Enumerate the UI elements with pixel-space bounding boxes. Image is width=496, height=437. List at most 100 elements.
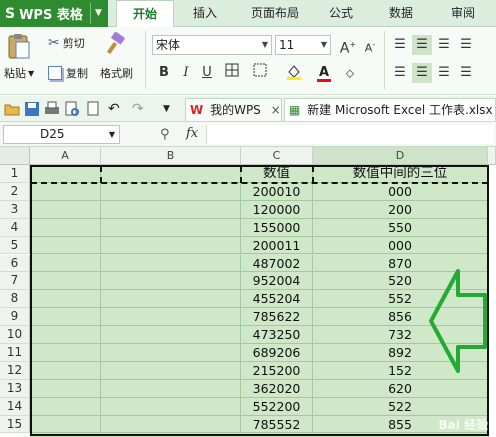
table-cell[interactable]: 620 xyxy=(313,379,488,398)
table-cell[interactable] xyxy=(101,361,241,380)
cell-range[interactable]: 数值 数值中间的三位 200010 000 120000 200 155000 550 2000… xyxy=(30,165,488,437)
table-cell[interactable] xyxy=(30,290,101,309)
table-cell[interactable] xyxy=(30,254,101,273)
table-cell[interactable]: 785622 xyxy=(241,308,313,327)
row-header[interactable]: 2 xyxy=(0,182,30,201)
row-header[interactable]: 13 xyxy=(0,379,30,398)
tab-data[interactable]: 数据 xyxy=(378,0,424,27)
table-cell[interactable]: 215200 xyxy=(241,361,313,380)
decrease-font-icon[interactable]: A- xyxy=(360,35,380,55)
row-header[interactable]: 8 xyxy=(0,290,30,309)
table-cell[interactable] xyxy=(101,344,241,362)
redo-icon[interactable]: ↷ xyxy=(132,101,148,117)
app-menu-button[interactable]: S WPS 表格 ▼ xyxy=(0,0,108,27)
bold-button[interactable]: B xyxy=(154,63,174,83)
undo-icon[interactable]: ↶ xyxy=(108,101,124,117)
function-icon[interactable]: fx xyxy=(186,126,198,141)
name-box[interactable]: D25 ▼ xyxy=(3,125,120,144)
column-header-e[interactable] xyxy=(488,147,496,165)
table-cell[interactable]: 487002 xyxy=(241,254,313,273)
table-cell[interactable] xyxy=(101,415,241,434)
table-cell[interactable]: 473250 xyxy=(241,326,313,344)
row-header[interactable]: 3 xyxy=(0,200,30,219)
row-header[interactable]: 12 xyxy=(0,361,30,380)
table-cell[interactable]: 155000 xyxy=(241,218,313,237)
table-cell[interactable] xyxy=(30,165,101,183)
table-cell[interactable]: 120000 xyxy=(241,200,313,219)
table-cell[interactable]: 522 xyxy=(313,397,488,416)
table-cell[interactable]: 552200 xyxy=(241,397,313,416)
copy-button[interactable]: 复制 xyxy=(48,65,88,81)
paste-icon[interactable] xyxy=(6,31,36,61)
table-cell[interactable] xyxy=(30,200,101,219)
formula-input[interactable] xyxy=(206,125,494,144)
table-cell[interactable]: 785552 xyxy=(241,415,313,434)
doc-tab-workbook[interactable]: ▦ 新建 Microsoft Excel 工作表.xlsx xyxy=(284,98,496,121)
increase-font-icon[interactable]: A+ xyxy=(338,35,358,57)
merge-cells-icon[interactable] xyxy=(250,63,270,83)
folder-open-icon[interactable] xyxy=(4,101,20,117)
align-center-icon[interactable]: ☰ xyxy=(412,63,432,83)
chevron-down-icon[interactable]: ▼ xyxy=(163,101,179,117)
align-left-icon[interactable]: ☰ xyxy=(390,63,410,83)
column-header-b[interactable]: B xyxy=(101,147,241,165)
zoom-icon[interactable]: ⚲ xyxy=(160,127,170,142)
row-header[interactable]: 7 xyxy=(0,272,30,291)
table-cell[interactable] xyxy=(30,379,101,398)
font-name-select[interactable]: 宋体 ▼ xyxy=(152,35,272,55)
table-cell[interactable]: 000 xyxy=(313,236,488,255)
doc-tab-my-wps[interactable]: W 我的WPS × xyxy=(185,98,282,121)
tab-formulas[interactable]: 公式 xyxy=(318,0,364,27)
table-cell[interactable] xyxy=(30,218,101,237)
font-size-select[interactable]: 11 ▼ xyxy=(275,35,331,55)
row-header[interactable]: 15 xyxy=(0,415,30,434)
fill-color-icon[interactable] xyxy=(284,63,304,83)
table-cell[interactable]: 689206 xyxy=(241,344,313,362)
save-icon[interactable] xyxy=(24,101,40,117)
border-icon[interactable] xyxy=(222,63,242,83)
column-header-d[interactable]: D xyxy=(313,147,488,165)
table-cell[interactable] xyxy=(30,182,101,201)
table-cell[interactable] xyxy=(101,308,241,327)
table-cell[interactable]: 550 xyxy=(313,218,488,237)
align-bottom-icon[interactable]: ☰ xyxy=(434,35,454,55)
row-header[interactable]: 6 xyxy=(0,254,30,273)
cut-button[interactable]: ✂ 剪切 xyxy=(48,35,85,51)
format-painter-button[interactable]: 格式刷 xyxy=(100,65,133,81)
table-cell[interactable]: 000 xyxy=(313,182,488,201)
print-icon[interactable] xyxy=(44,101,60,117)
table-cell[interactable]: 200 xyxy=(313,200,488,219)
format-painter-icon[interactable] xyxy=(104,31,132,59)
row-header[interactable]: 5 xyxy=(0,236,30,255)
table-cell[interactable] xyxy=(101,272,241,291)
align-top-icon[interactable]: ☰ xyxy=(390,35,410,55)
table-cell[interactable]: 455204 xyxy=(241,290,313,309)
preview-icon[interactable] xyxy=(86,101,102,117)
table-cell[interactable]: 362020 xyxy=(241,379,313,398)
table-cell[interactable] xyxy=(30,326,101,344)
column-header-a[interactable]: A xyxy=(30,147,101,165)
paste-button[interactable]: 粘贴 ▼ xyxy=(4,65,34,81)
table-cell[interactable] xyxy=(101,236,241,255)
table-cell[interactable] xyxy=(101,397,241,416)
select-all-corner[interactable] xyxy=(0,147,30,165)
print-preview-icon[interactable] xyxy=(64,101,80,117)
row-header[interactable]: 14 xyxy=(0,397,30,416)
column-header-c[interactable]: C xyxy=(241,147,313,165)
table-cell[interactable] xyxy=(30,236,101,255)
table-cell[interactable] xyxy=(30,308,101,327)
underline-button[interactable]: U xyxy=(197,63,217,83)
row-header[interactable]: 9 xyxy=(0,308,30,327)
table-cell[interactable]: 数值 xyxy=(241,165,313,183)
row-header[interactable]: 11 xyxy=(0,344,30,362)
distribute-icon[interactable]: ☰ xyxy=(456,63,476,83)
table-cell[interactable]: 952004 xyxy=(241,272,313,291)
table-cell[interactable] xyxy=(30,272,101,291)
align-justify-icon[interactable]: ☰ xyxy=(456,35,476,55)
clear-format-icon[interactable]: ⬦ xyxy=(340,63,360,83)
table-cell[interactable] xyxy=(101,326,241,344)
tab-page-layout[interactable]: 页面布局 xyxy=(240,0,310,27)
table-cell[interactable]: 200011 xyxy=(241,236,313,255)
align-middle-icon[interactable]: ☰ xyxy=(412,35,432,55)
italic-button[interactable]: I xyxy=(176,63,196,83)
